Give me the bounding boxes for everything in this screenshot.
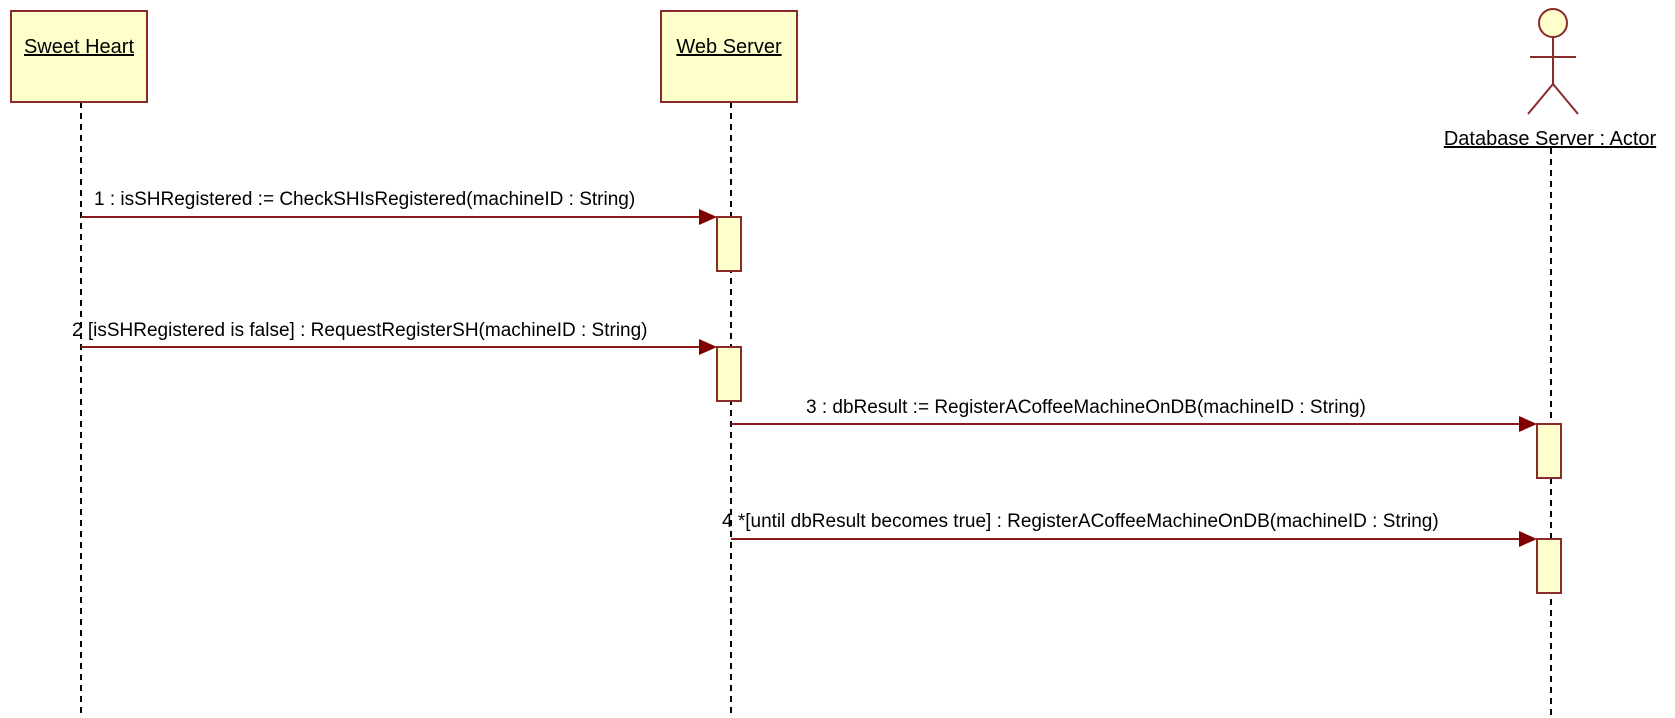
activation-bar-database-server-2 bbox=[1536, 538, 1562, 594]
arrowhead-icon bbox=[699, 209, 717, 225]
message-4[interactable]: 4 *[until dbResult becomes true] : Regis… bbox=[722, 511, 1537, 547]
arrowhead-icon bbox=[1519, 531, 1537, 547]
arrowhead-icon bbox=[699, 339, 717, 355]
message-3[interactable]: 3 : dbResult := RegisterACoffeeMachineOn… bbox=[731, 397, 1537, 432]
sequence-diagram: Sweet Heart Web Server Database Server :… bbox=[10, 8, 1657, 718]
message-label: 3 : dbResult := RegisterACoffeeMachineOn… bbox=[806, 397, 1366, 418]
message-label: 4 *[until dbResult becomes true] : Regis… bbox=[722, 511, 1439, 532]
participant-label: Database Server : Actor bbox=[1444, 128, 1657, 150]
activation-bar-web-server-2 bbox=[716, 346, 742, 402]
activation-bar-database-server-1 bbox=[1536, 423, 1562, 479]
message-label: 2 [isSHRegistered is false] : RequestReg… bbox=[72, 320, 648, 341]
participant-sweet-heart[interactable]: Sweet Heart bbox=[10, 10, 148, 103]
message-label: 1 : isSHRegistered := CheckSHIsRegistere… bbox=[94, 189, 635, 210]
message-2[interactable]: 2 [isSHRegistered is false] : RequestReg… bbox=[72, 320, 717, 355]
participant-label: Sweet Heart bbox=[24, 36, 134, 58]
participant-web-server[interactable]: Web Server bbox=[660, 10, 798, 103]
activation-bar-web-server-1 bbox=[716, 216, 742, 272]
message-1[interactable]: 1 : isSHRegistered := CheckSHIsRegistere… bbox=[81, 189, 717, 225]
arrowhead-icon bbox=[1519, 416, 1537, 432]
stick-figure-icon bbox=[1527, 8, 1579, 115]
participant-database-server[interactable]: Database Server : Actor bbox=[1444, 8, 1657, 150]
participant-label: Web Server bbox=[676, 36, 782, 58]
